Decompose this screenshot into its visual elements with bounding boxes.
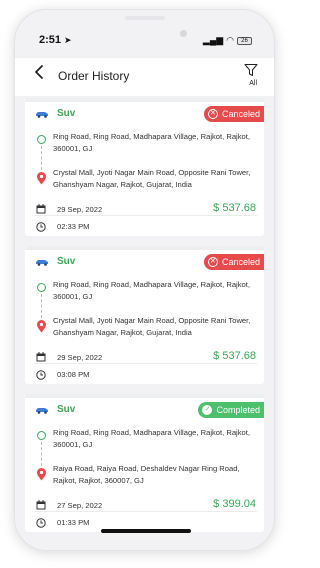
wifi-icon: ◠ (226, 35, 234, 45)
pickup-circle-icon (37, 135, 46, 144)
order-time: 03:08 PM (57, 370, 90, 379)
calendar-icon (36, 500, 46, 510)
page-title: Order History (58, 69, 130, 83)
status-time: 2:51 (39, 34, 62, 46)
signal-icon: ▂▄▆ (202, 35, 224, 45)
location-arrow-icon: ➤ (64, 35, 72, 45)
pickup-address: Ring Road, Ring Road, Madhapara Village,… (53, 280, 250, 301)
status-badge-label: Canceled (221, 109, 260, 119)
route-line (41, 294, 42, 318)
order-price: $ 537.68 (213, 350, 256, 362)
card-divider (25, 98, 264, 102)
route-line (41, 146, 42, 170)
route-line (41, 442, 42, 466)
order-card[interactable]: Suv ✕ Canceled Ring Road, Ring Road, Mad… (25, 98, 264, 236)
clock-icon (36, 370, 46, 380)
battery-icon: 26 (237, 36, 252, 45)
card-divider (25, 394, 264, 398)
pickup-circle-icon (37, 431, 46, 440)
status-icons: ▂▄▆ ◠ 26 (203, 35, 252, 46)
cancel-icon: ✕ (207, 109, 218, 119)
location-pin-icon (37, 172, 46, 185)
order-date: 29 Sep, 2022 (57, 205, 103, 214)
status-badge: ✕ Canceled (203, 106, 264, 122)
location-pin-icon (37, 320, 46, 333)
order-date: 27 Sep, 2022 (57, 501, 103, 510)
status-badge: ✓ Completed (198, 402, 264, 418)
drop-address: Crystal Mall, Jyoti Nagar Main Road, Opp… (53, 316, 251, 337)
card-divider (25, 246, 264, 250)
drop-address: Raiya Road, Raiya Road, Deshaldev Nagar … (53, 464, 240, 485)
order-time: 02:33 PM (57, 222, 90, 231)
order-date: 29 Sep, 2022 (57, 353, 103, 362)
check-icon: ✓ (202, 405, 213, 415)
home-indicator[interactable] (101, 529, 191, 533)
car-icon (36, 112, 48, 118)
order-price: $ 399.04 (213, 498, 256, 510)
pickup-address: Ring Road, Ring Road, Madhapara Village,… (53, 132, 250, 153)
calendar-icon (36, 352, 46, 362)
order-price: $ 537.68 (213, 202, 256, 214)
order-card[interactable]: Suv ✕ Canceled Ring Road, Ring Road, Mad… (25, 246, 264, 384)
status-bar: 2:51 ➤ ▂▄▆ ◠ 26 (15, 34, 274, 50)
back-arrow-icon[interactable] (33, 64, 47, 80)
clock-icon (36, 222, 46, 232)
vehicle-type: Suv (57, 404, 76, 415)
filter-icon[interactable] (244, 63, 258, 77)
clock-icon (36, 518, 46, 528)
pickup-circle-icon (37, 283, 46, 292)
order-time: 01:33 PM (57, 518, 90, 527)
status-badge-label: Completed (216, 405, 260, 415)
vehicle-type: Suv (57, 256, 76, 267)
card-divider (35, 511, 257, 512)
calendar-icon (36, 204, 46, 214)
drop-address: Crystal Mall, Jyoti Nagar Main Road, Opp… (53, 168, 251, 189)
vehicle-type: Suv (57, 108, 76, 119)
car-icon (36, 260, 48, 266)
location-pin-icon (37, 468, 46, 481)
cancel-icon: ✕ (207, 257, 218, 267)
filter-label[interactable]: All (249, 80, 257, 87)
order-card[interactable]: Suv ✓ Completed Ring Road, Ring Road, Ma… (25, 394, 264, 532)
pickup-address: Ring Road, Ring Road, Madhapara Village,… (53, 428, 250, 449)
app-header: Order History All (15, 58, 274, 96)
phone-frame: 2:51 ➤ ▂▄▆ ◠ 26 Order History All Suv ✕ (15, 10, 274, 550)
card-divider (35, 363, 257, 364)
status-badge-label: Canceled (221, 257, 260, 267)
speaker (125, 16, 165, 20)
card-divider (35, 215, 257, 216)
car-icon (36, 408, 48, 414)
status-badge: ✕ Canceled (203, 254, 264, 270)
